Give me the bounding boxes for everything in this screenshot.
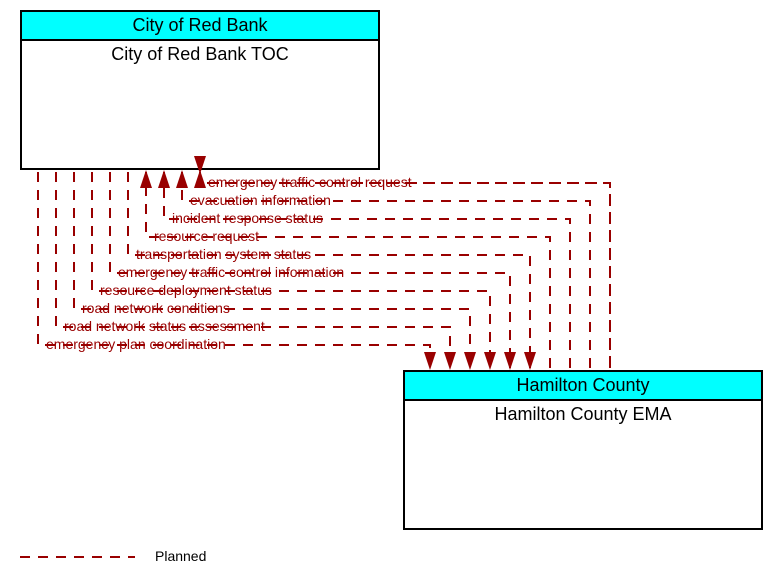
flow-label-7: road network conditions: [82, 300, 230, 316]
flow-label-5: emergency traffic control information: [118, 264, 344, 280]
flow-label-0: emergency traffic control request: [208, 174, 412, 190]
legend-planned: Planned: [155, 548, 206, 564]
flow-label-6: resource deployment status: [100, 282, 272, 298]
flow-label-8: road network status assessment: [64, 318, 265, 334]
flow-label-3: resource request: [154, 228, 259, 244]
flow-label-2: incident response status: [172, 210, 323, 226]
flow-label-9: emergency plan coordination: [46, 336, 226, 352]
flow-label-1: evacuation information: [190, 192, 331, 208]
flow-label-4: transportation system status: [136, 246, 311, 262]
